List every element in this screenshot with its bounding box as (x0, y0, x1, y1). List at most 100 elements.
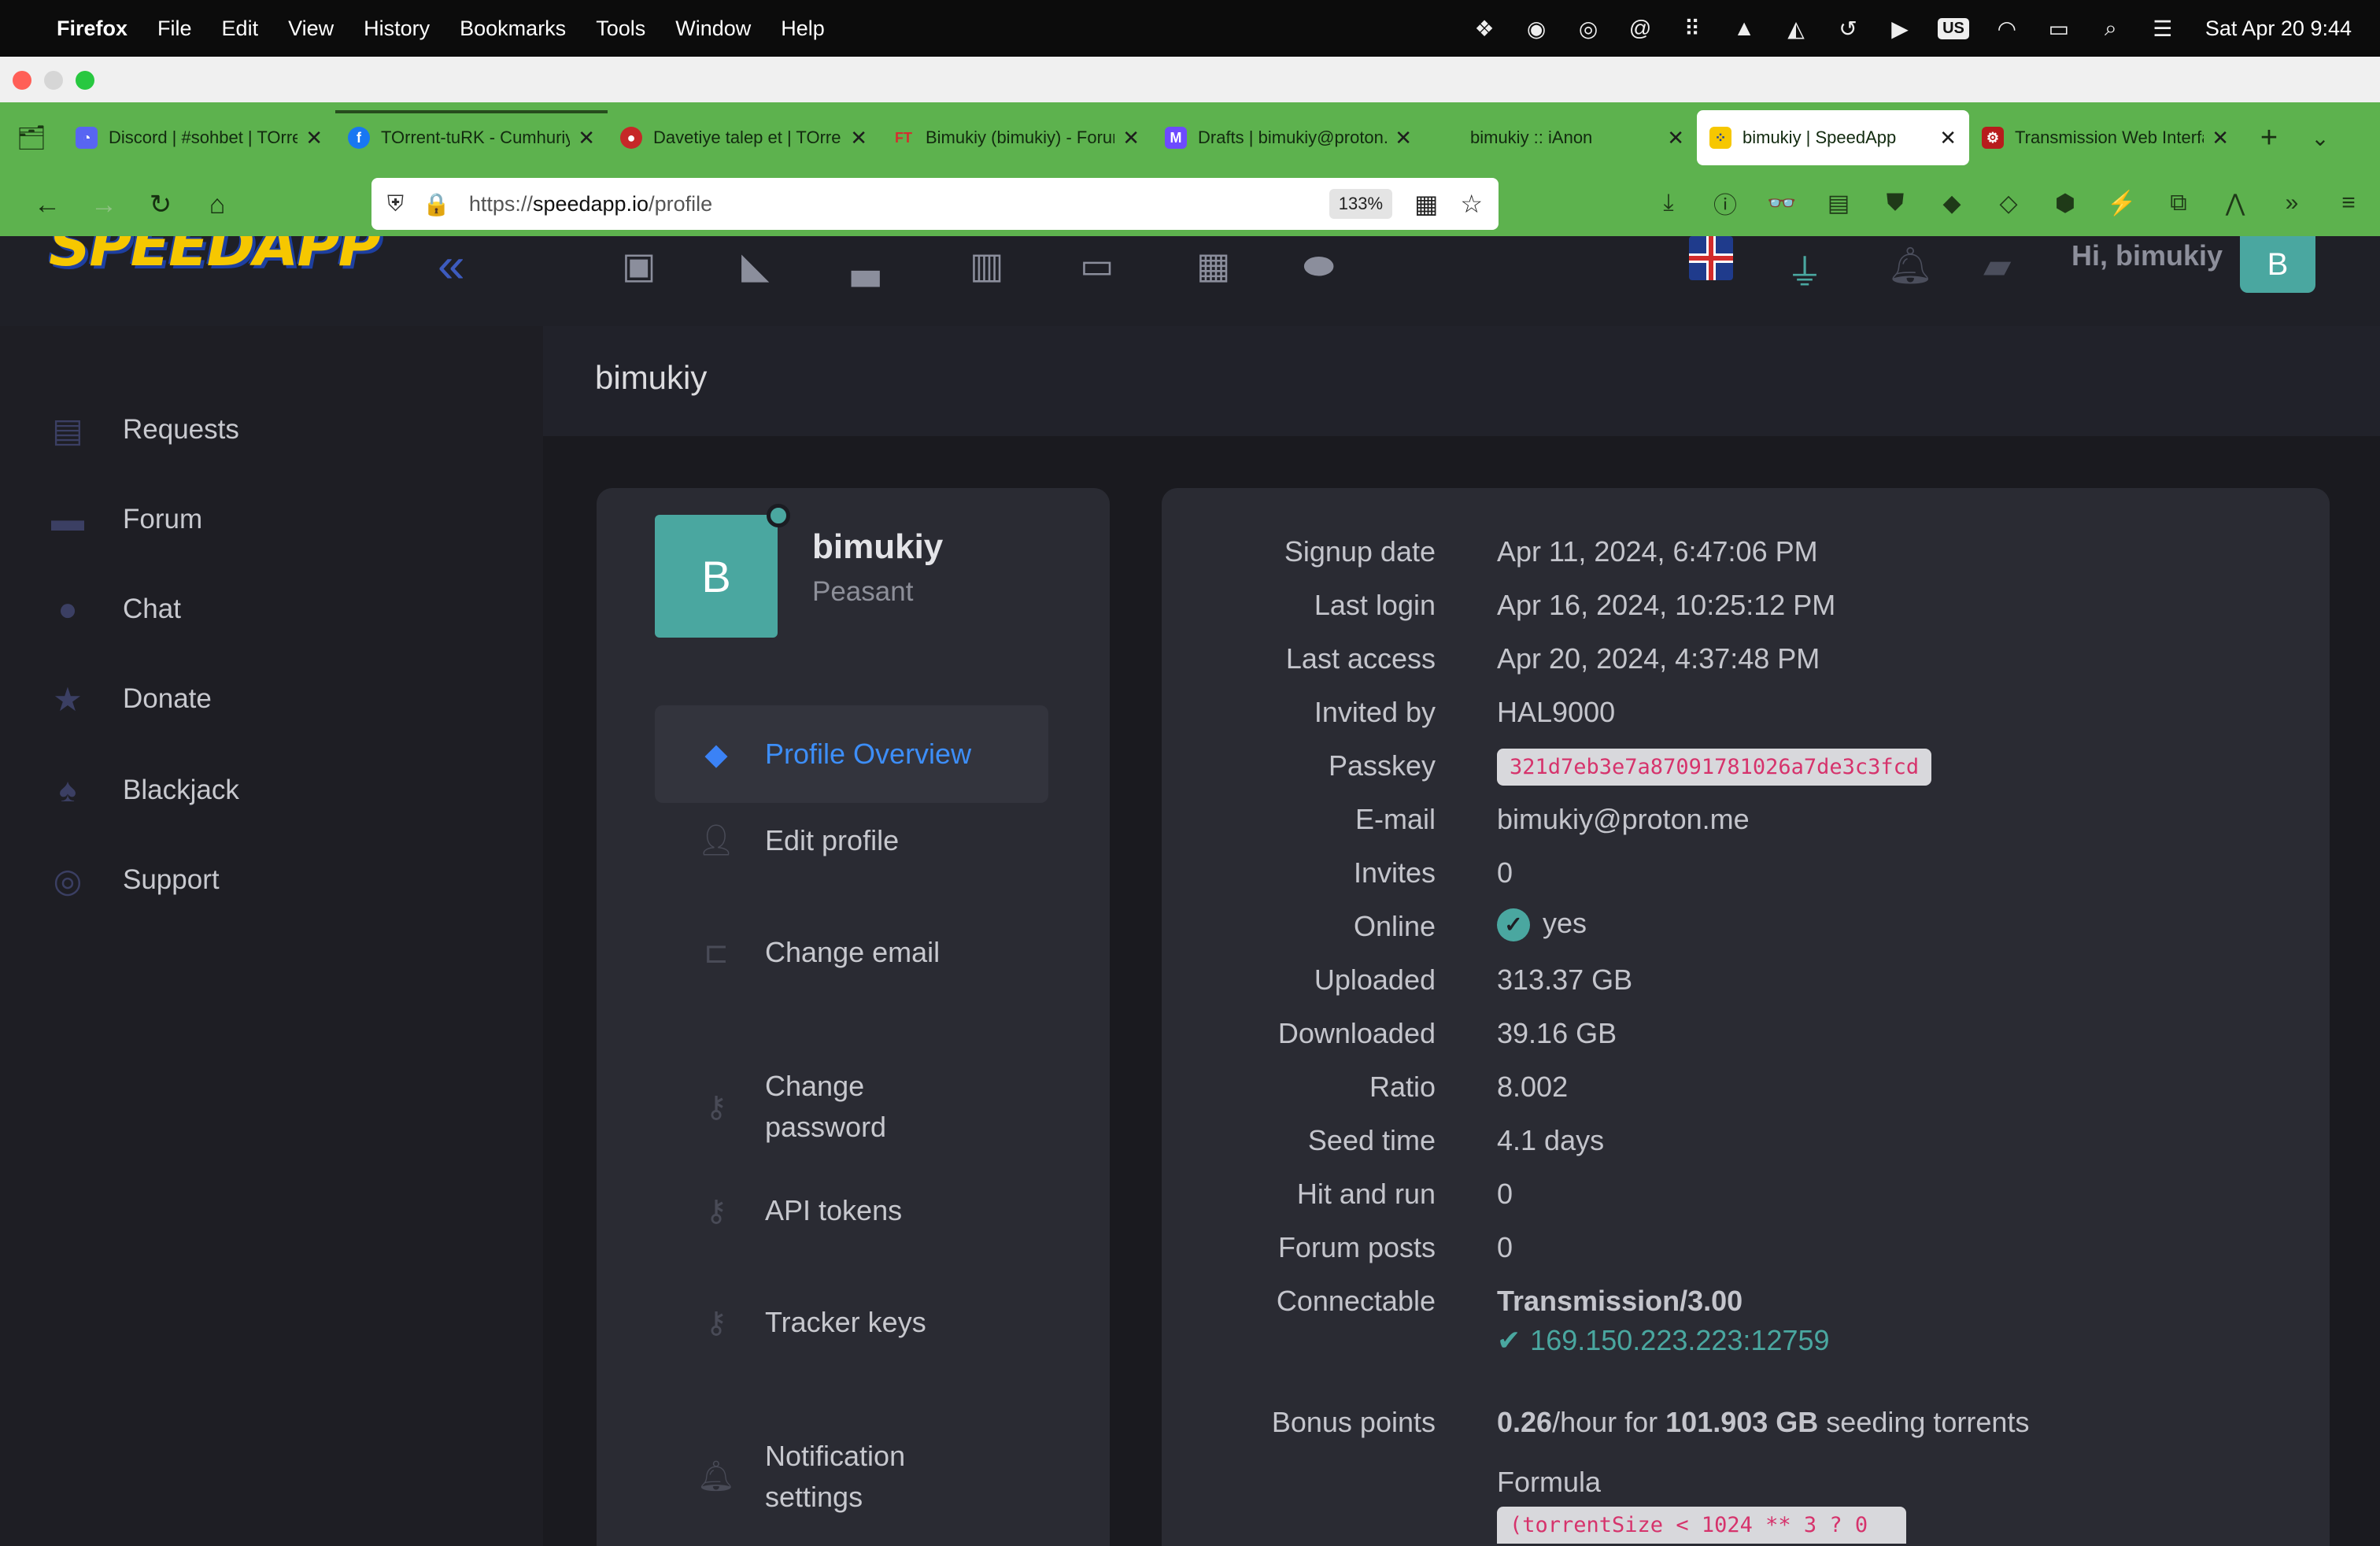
back-arrow-icon[interactable]: ← (19, 181, 76, 228)
cookie-icon[interactable]: ◉ (1522, 14, 1550, 43)
tab-torrent-turk[interactable]: f TOrrent-tuRK - Cumhuriyet ✕ (335, 110, 608, 165)
film-icon[interactable]: ▥ (970, 244, 1003, 287)
onepassword-icon[interactable]: ⓘ (1708, 181, 1743, 225)
tab-proton-drafts[interactable]: M Drafts | bimukiy@proton.me ✕ (1152, 110, 1425, 165)
close-tab-icon[interactable]: ✕ (1395, 126, 1412, 150)
gem-extension-icon[interactable]: ◇ (1991, 181, 2026, 225)
sidebar-item-forum[interactable]: ▬ Forum (47, 496, 202, 543)
downloads-icon[interactable]: ⤓ (1651, 181, 1686, 225)
reload-icon[interactable]: ↻ (132, 181, 189, 228)
bell-icon[interactable]: 🔔︎ (1887, 244, 1933, 287)
qr-code-icon[interactable]: ▦ (1414, 189, 1438, 219)
profile-menu-change-email[interactable]: ⊏ Change email (655, 932, 1048, 973)
lock-icon[interactable]: 🔒 (423, 191, 450, 217)
close-tab-icon[interactable]: ✕ (305, 126, 323, 150)
profile-menu-overview[interactable]: ◆ Profile Overview (655, 705, 1048, 803)
close-tab-icon[interactable]: ✕ (850, 126, 867, 150)
user-avatar[interactable]: B (2240, 236, 2315, 293)
list-all-tabs-chevron-icon[interactable]: ⌄ (2297, 125, 2344, 151)
play-icon[interactable]: ▶ (1886, 14, 1914, 43)
extensions-puzzle-icon[interactable]: ⧉ (2161, 181, 2196, 225)
tab-davetiye[interactable]: ● Davetiye talep et | TOrrent-tuRK ✕ (608, 110, 880, 165)
control-center-icon[interactable]: ☰ (2149, 14, 2177, 43)
checkmark-icon: ✔ (1497, 1324, 1521, 1356)
close-tab-icon[interactable]: ✕ (1122, 126, 1140, 150)
menu-file[interactable]: File (157, 17, 192, 41)
vpn-icon[interactable]: ◎ (1574, 14, 1602, 43)
tracking-protection-shield-icon[interactable]: ⛨ (387, 191, 404, 217)
keyboard-layout-indicator[interactable]: US (1938, 17, 1969, 39)
calendar-icon[interactable]: ▦ (1196, 244, 1230, 287)
sidebar-item-donate[interactable]: ★ Donate (47, 675, 212, 723)
close-tab-icon[interactable]: ✕ (1667, 126, 1684, 150)
cube-extension-icon[interactable]: ⬢ (2048, 181, 2082, 225)
uk-flag-language-icon[interactable] (1689, 236, 1733, 280)
menu-app-firefox[interactable]: Firefox (57, 17, 128, 41)
extension-diamond-icon[interactable]: ◆ (1935, 181, 1969, 225)
address-bar[interactable]: ⛨ 🔒 https://speedapp.io/profile 133% ▦ ☆ (371, 178, 1499, 230)
bookmark-star-icon[interactable]: ☆ (1460, 189, 1483, 219)
translate-extension-icon[interactable]: ⋀ (2218, 181, 2252, 225)
speedapp-logo[interactable]: SPEEDAPP (49, 236, 419, 283)
spy-glasses-icon[interactable]: 👓 (1765, 181, 1799, 225)
passkey-code[interactable]: 321d7eb3e7a87091781026a7de3c3fcd (1497, 749, 1932, 786)
ublock-origin-icon[interactable]: ⛊ (1878, 181, 1913, 225)
wifi-icon[interactable]: ◠ (1993, 14, 2021, 43)
tag-icon[interactable]: ◣ (741, 244, 769, 287)
profile-menu-tracker-keys[interactable]: ⚷ Tracker keys (655, 1302, 1048, 1343)
google-drive-icon[interactable]: ◭ (1782, 14, 1810, 43)
url-text[interactable]: https://speedapp.io/profile (469, 192, 712, 216)
overflow-chevrons-icon[interactable]: » (2275, 181, 2309, 225)
tab-discord[interactable]: ◔ Discord | #sohbet | TOrrent-tuRK ✕ (63, 110, 335, 165)
minimize-window-button[interactable] (44, 71, 63, 90)
close-tab-icon[interactable]: ✕ (1939, 126, 1957, 150)
menubar-clock[interactable]: Sat Apr 20 9:44 (2205, 17, 2352, 41)
close-tab-icon[interactable]: ✕ (2212, 126, 2229, 150)
new-tab-button[interactable]: + (2241, 121, 2297, 155)
profile-menu-notification-settings[interactable]: 🔔︎ Notification settings (655, 1436, 1048, 1518)
time-machine-icon[interactable]: ↺ (1834, 14, 1862, 43)
zoom-level-badge[interactable]: 133% (1329, 189, 1393, 219)
gamepad-icon[interactable]: ⬬ (1303, 244, 1334, 288)
tab-speedapp[interactable]: ⁘ bimukiy | SpeedApp ✕ (1697, 110, 1969, 165)
home-icon[interactable]: ⌂ (189, 181, 246, 228)
reader-page-icon[interactable]: ▤ (1821, 181, 1856, 225)
lightning-extension-icon[interactable]: ⚡ (2105, 181, 2139, 225)
at-sign-icon[interactable]: @ (1626, 14, 1654, 43)
spotlight-search-icon[interactable]: ⌕ (2097, 14, 2125, 43)
collapse-sidebar-chevron-icon[interactable]: « (438, 238, 464, 294)
smoking-icon[interactable]: ▃ (852, 244, 879, 287)
profile-menu-change-password[interactable]: ⚷ Change password (655, 1066, 985, 1148)
grid-dots-icon[interactable]: ⠿ (1678, 14, 1706, 43)
menu-history[interactable]: History (364, 17, 430, 41)
hamburger-menu-icon[interactable]: ≡ (2331, 181, 2366, 225)
forward-arrow-icon[interactable]: → (76, 181, 132, 228)
tab-overview-icon[interactable]: 🗂 (0, 102, 63, 173)
user-greeting[interactable]: Hi, bimukiy (2071, 239, 2223, 272)
tab-bimukiy-forum[interactable]: FT Bimukiy (bimukiy) - Forum ✕ (880, 110, 1152, 165)
dropbox-icon[interactable]: ❖ (1470, 14, 1499, 43)
close-window-button[interactable] (13, 71, 31, 90)
menu-edit[interactable]: Edit (222, 17, 259, 41)
profile-menu-api-tokens[interactable]: ⚷ API tokens (655, 1190, 1048, 1231)
sidebar-item-blackjack[interactable]: ♠ Blackjack (47, 767, 239, 814)
router-icon[interactable]: ⏚ (1787, 244, 1823, 296)
zoom-window-button[interactable] (76, 71, 94, 90)
menu-tools[interactable]: Tools (596, 17, 645, 41)
profile-menu-edit-profile[interactable]: 👤︎ Edit profile (655, 820, 1048, 861)
menu-bookmarks[interactable]: Bookmarks (460, 17, 566, 41)
tab-transmission[interactable]: ⚙ Transmission Web Interface ✕ (1969, 110, 2241, 165)
sidebar-item-chat[interactable]: ● Chat (47, 586, 181, 633)
tab-ianon[interactable]: bimukiy :: iAnon ✕ (1425, 110, 1697, 165)
vlc-cone-icon[interactable]: ▲ (1730, 14, 1758, 43)
battery-icon[interactable]: ▭ (2045, 14, 2073, 43)
sidebar-item-requests[interactable]: ▤ Requests (47, 406, 239, 453)
menu-window[interactable]: Window (675, 17, 751, 41)
menu-help[interactable]: Help (781, 17, 825, 41)
menu-view[interactable]: View (288, 17, 334, 41)
monitor-icon[interactable]: ▭ (1080, 244, 1114, 287)
close-tab-icon[interactable]: ✕ (578, 126, 595, 150)
sidebar-item-support[interactable]: ◎ Support (47, 856, 220, 904)
gallery-icon[interactable]: ▣ (622, 244, 656, 287)
messages-icon[interactable]: ▰ (1983, 244, 2011, 287)
